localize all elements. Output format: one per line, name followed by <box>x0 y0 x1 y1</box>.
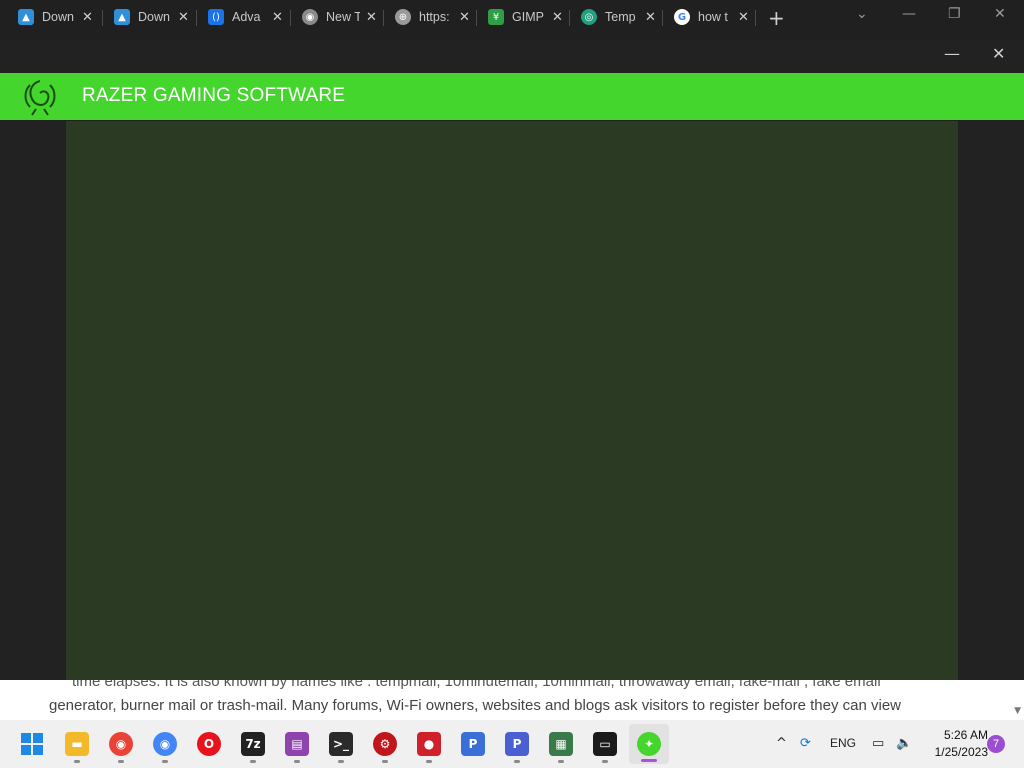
language-indicator[interactable]: ENG <box>830 736 856 750</box>
razer-minimize-icon[interactable]: — <box>944 44 960 63</box>
p-app-icon[interactable]: P <box>461 732 485 756</box>
globe-icon: ⊕ <box>395 9 411 25</box>
new-tab-button[interactable]: + <box>768 6 785 30</box>
google-icon: G <box>674 9 690 25</box>
tab-title: Adva <box>232 10 261 24</box>
terminal-icon[interactable]: >_ <box>329 732 353 756</box>
sync-icon[interactable]: ⟳ <box>800 736 811 751</box>
running-indicator <box>74 760 80 763</box>
restore-icon[interactable]: ❐ <box>948 6 961 22</box>
running-indicator <box>602 760 608 763</box>
running-indicator <box>382 760 388 763</box>
volume-icon[interactable]: 🔈 <box>896 736 912 751</box>
clock-date[interactable]: 1/25/2023 <box>922 745 988 759</box>
tab-search-icon[interactable]: ⌄ <box>856 6 868 22</box>
running-indicator <box>558 760 564 763</box>
page-text-line: generator, burner mail or trash-mail. Ma… <box>49 697 901 714</box>
tempmail-icon: ◎ <box>581 9 597 25</box>
screen-recorder-icon[interactable]: ● <box>417 732 441 756</box>
running-indicator <box>250 760 256 763</box>
tab-title: New T <box>326 10 360 24</box>
7zip-icon[interactable]: 7z <box>241 732 265 756</box>
tab-title: how t <box>698 10 728 24</box>
browser-tab[interactable]: ◉ New T ✕ <box>290 0 377 34</box>
running-indicator <box>118 760 124 763</box>
cmd-icon[interactable]: ▭ <box>593 732 617 756</box>
start-icon[interactable] <box>21 733 43 755</box>
close-icon[interactable]: ✕ <box>738 10 749 25</box>
p-app-2-icon[interactable]: P <box>505 732 529 756</box>
opera-icon[interactable]: O <box>197 732 221 756</box>
notification-badge[interactable]: 7 <box>987 735 1005 753</box>
browser-tab[interactable]: ▲ Down ✕ <box>6 0 93 34</box>
running-indicator <box>426 760 432 763</box>
tab-title: https: <box>419 10 450 24</box>
notepad-icon[interactable]: ▦ <box>549 732 573 756</box>
chrome-alt-icon[interactable]: ◉ <box>153 732 177 756</box>
browser-tab[interactable]: ◎ Temp ✕ <box>569 0 656 34</box>
razer-synapse-icon[interactable]: ✦ <box>637 732 661 756</box>
browser-tab-strip: ▲ Down ✕ ▲ Down ✕ () Adva ✕ ◉ New T ✕ ⊕ … <box>0 0 1024 40</box>
tab-title: Down <box>138 10 170 24</box>
mega-icon: ▲ <box>114 9 130 25</box>
running-indicator <box>514 760 520 763</box>
mega-icon: ▲ <box>18 9 34 25</box>
bracket-icon: () <box>208 9 224 25</box>
razer-close-icon[interactable]: ✕ <box>992 44 1005 63</box>
razer-app-title: RAZER GAMING SOFTWARE <box>82 85 346 106</box>
razer-content-area <box>66 121 958 680</box>
gimp-icon: ¥ <box>488 9 504 25</box>
running-indicator <box>162 760 168 763</box>
close-icon[interactable]: ✕ <box>366 10 377 25</box>
cortex-icon[interactable]: ⚙ <box>373 732 397 756</box>
razer-window: — ✕ RAZER GAMING SOFTWARE <box>0 40 1024 680</box>
page-text-line: time elapses. It is also known by names … <box>72 680 881 690</box>
browser-tab[interactable]: ¥ GIMP ✕ <box>476 0 563 34</box>
network-icon[interactable]: ▭ <box>872 736 884 751</box>
tab-title: Down <box>42 10 74 24</box>
active-indicator <box>641 759 657 762</box>
taskbar: ▬ ◉ ◉ O 7z ▤ >_ ⚙ ● P P ▦ ▭ ✦ ^ ⟳ ENG ▭ … <box>0 720 1024 768</box>
clock-time[interactable]: 5:26 AM <box>928 728 988 742</box>
running-indicator <box>294 760 300 763</box>
browser-tab[interactable]: ⊕ https: ✕ <box>383 0 470 34</box>
close-icon[interactable]: ✕ <box>459 10 470 25</box>
tab-title: Temp <box>605 10 636 24</box>
tab-title: GIMP <box>512 10 544 24</box>
winrar-icon[interactable]: ▤ <box>285 732 309 756</box>
razer-logo-icon <box>24 80 56 116</box>
chevron-up-icon[interactable]: ^ <box>776 736 787 751</box>
chrome-icon[interactable]: ◉ <box>109 732 133 756</box>
razer-header: RAZER GAMING SOFTWARE <box>0 73 1024 120</box>
browser-tab[interactable]: ▲ Down ✕ <box>102 0 189 34</box>
file-explorer-icon[interactable]: ▬ <box>65 732 89 756</box>
close-window-icon[interactable]: ✕ <box>994 6 1006 22</box>
close-icon[interactable]: ✕ <box>82 10 93 25</box>
close-icon[interactable]: ✕ <box>645 10 656 25</box>
running-indicator <box>338 760 344 763</box>
scroll-down-icon[interactable]: ▼ <box>1014 706 1021 716</box>
browser-page: time elapses. It is also known by names … <box>0 680 1024 720</box>
close-icon[interactable]: ✕ <box>552 10 563 25</box>
razer-titlebar: — ✕ <box>0 40 1024 72</box>
minimize-icon[interactable]: — <box>902 6 916 22</box>
browser-tab[interactable]: G how t ✕ <box>662 0 749 34</box>
browser-tab[interactable]: () Adva ✕ <box>196 0 283 34</box>
chrome-icon: ◉ <box>302 9 318 25</box>
close-icon[interactable]: ✕ <box>272 10 283 25</box>
close-icon[interactable]: ✕ <box>178 10 189 25</box>
tab-separator <box>755 10 756 26</box>
